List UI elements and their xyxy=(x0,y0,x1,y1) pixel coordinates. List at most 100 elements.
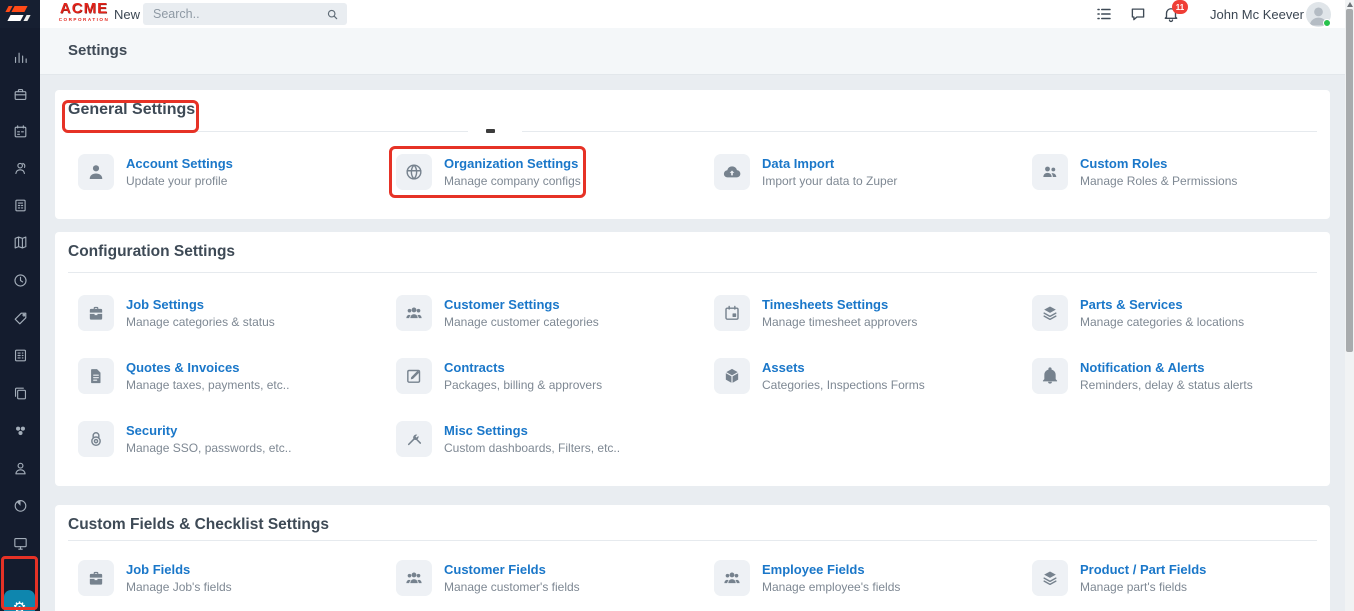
item-timesheets-settings[interactable]: Timesheets Settings Manage timesheet appr… xyxy=(714,295,1032,331)
cube-icon xyxy=(714,358,750,394)
search-icon[interactable] xyxy=(326,8,339,21)
customers-icon[interactable] xyxy=(11,159,29,177)
item-title: Employee Fields xyxy=(762,562,865,577)
brand-subtitle: CORPORATION xyxy=(58,17,110,22)
item-employee-fields[interactable]: Employee Fields Manage employee's fields xyxy=(714,560,1032,596)
scrollbar-track[interactable] xyxy=(1345,0,1354,611)
item-subtitle: Manage company configs xyxy=(444,174,581,188)
item-title: Data Import xyxy=(762,156,835,171)
briefcase-icon xyxy=(78,560,114,596)
edit-square-icon xyxy=(396,358,432,394)
item-subtitle: Update your profile xyxy=(126,174,228,188)
tools-icon xyxy=(396,421,432,457)
sidebar-nav: ⚙ xyxy=(0,28,40,611)
item-security[interactable]: Security Manage SSO, passwords, etc.. xyxy=(78,421,396,457)
organization-building-icon[interactable] xyxy=(11,196,29,214)
top-bar: ACME CORPORATION New 11 John Mc Keever xyxy=(0,0,1354,28)
scrollbar-thumb[interactable] xyxy=(1346,9,1353,352)
user-menu[interactable]: John Mc Keever xyxy=(1210,0,1318,28)
invoices-icon[interactable] xyxy=(11,346,29,364)
group-icon xyxy=(396,295,432,331)
item-subtitle: Manage Roles & Permissions xyxy=(1080,174,1238,188)
dispatch-calendar-icon[interactable] xyxy=(11,122,29,140)
item-data-import[interactable]: Data Import Import your data to Zuper xyxy=(714,154,1032,190)
new-label: New xyxy=(114,6,141,22)
item-customer-fields[interactable]: Customer Fields Manage customer's fields xyxy=(396,560,714,596)
item-account-settings[interactable]: Account Settings Update your profile xyxy=(78,154,396,190)
item-title: Job Settings xyxy=(126,297,205,312)
document-icon xyxy=(78,358,114,394)
item-title: Organization Settings xyxy=(444,156,579,171)
dashboard-icon[interactable] xyxy=(11,48,29,66)
configuration-settings-card: Configuration Settings Job Settings Manag… xyxy=(55,232,1330,486)
item-subtitle: Manage employee's fields xyxy=(762,580,901,594)
notification-count-badge: 11 xyxy=(1172,0,1188,14)
territories-map-icon[interactable] xyxy=(11,233,29,251)
item-organization-settings[interactable]: Organization Settings Manage company conf… xyxy=(396,154,714,190)
gear-icon: ⚙ xyxy=(12,598,27,611)
chat-icon[interactable] xyxy=(1129,5,1147,23)
calendar-icon xyxy=(714,295,750,331)
item-customer-settings[interactable]: Customer Settings Manage customer categor… xyxy=(396,295,714,331)
item-job-settings[interactable]: Job Settings Manage categories & status xyxy=(78,295,396,331)
sidebar-item-settings-active[interactable]: ⚙ xyxy=(4,590,35,611)
item-notification-alerts[interactable]: Notification & Alerts Reminders, delay & … xyxy=(1032,358,1350,394)
group-icon xyxy=(714,560,750,596)
item-job-fields[interactable]: Job Fields Manage Job's fields xyxy=(78,560,396,596)
page-title: Settings xyxy=(68,42,128,59)
layers-icon xyxy=(1032,560,1068,596)
online-status-dot xyxy=(1323,19,1331,27)
layers-icon xyxy=(1032,295,1068,331)
bell-icon xyxy=(1032,358,1068,394)
reports-pie-icon[interactable] xyxy=(11,496,29,514)
item-subtitle: Manage timesheet approvers xyxy=(762,315,918,329)
teams-user-icon[interactable] xyxy=(11,459,29,477)
item-subtitle: Manage categories & locations xyxy=(1080,315,1245,329)
item-misc-settings[interactable]: Misc Settings Custom dashboards, Filters,… xyxy=(396,421,714,457)
general-settings-card: General Settings Account Settings Update … xyxy=(55,90,1330,219)
item-parts-services[interactable]: Parts & Services Manage categories & loca… xyxy=(1032,295,1350,331)
item-subtitle: Manage customer's fields xyxy=(444,580,580,594)
jobs-briefcase-icon[interactable] xyxy=(11,85,29,103)
item-quotes-invoices[interactable]: Quotes & Invoices Manage taxes, payments,… xyxy=(78,358,396,394)
user-icon xyxy=(78,154,114,190)
cloud-upload-icon xyxy=(714,154,750,190)
item-contracts[interactable]: Contracts Packages, billing & approvers xyxy=(396,358,714,394)
item-subtitle: Manage SSO, passwords, etc.. xyxy=(126,441,292,455)
section-title: General Settings xyxy=(68,101,196,118)
page-header: Settings xyxy=(40,28,1354,75)
item-title: Notification & Alerts xyxy=(1080,360,1205,375)
item-subtitle: Categories, Inspections Forms xyxy=(762,378,925,392)
custom-fields-card: Custom Fields & Checklist Settings Job F… xyxy=(55,505,1330,611)
quotes-tag-icon[interactable] xyxy=(11,309,29,327)
item-title: Assets xyxy=(762,360,805,375)
section-title: Configuration Settings xyxy=(68,243,236,260)
kiosk-monitor-icon[interactable] xyxy=(11,534,29,552)
item-title: Security xyxy=(126,423,178,438)
item-title: Customer Fields xyxy=(444,562,546,577)
scrollbar-up-arrow[interactable] xyxy=(1347,2,1353,7)
search-input[interactable] xyxy=(143,7,326,21)
zuper-logo[interactable] xyxy=(0,0,40,28)
item-subtitle: Custom dashboards, Filters, etc.. xyxy=(444,441,621,455)
item-title: Custom Roles xyxy=(1080,156,1168,171)
list-view-icon[interactable] xyxy=(1095,5,1113,23)
item-subtitle: Packages, billing & approvers xyxy=(444,378,603,392)
divider xyxy=(68,272,1317,273)
briefcase-icon xyxy=(78,295,114,331)
globe-icon xyxy=(396,154,432,190)
divider-gap xyxy=(468,128,522,134)
timesheets-clock-icon[interactable] xyxy=(11,271,29,289)
item-assets[interactable]: Assets Categories, Inspections Forms xyxy=(714,358,1032,394)
item-subtitle: Manage taxes, payments, etc.. xyxy=(126,378,290,392)
item-product-part-fields[interactable]: Product / Part Fields Manage part's field… xyxy=(1032,560,1350,596)
documents-copy-icon[interactable] xyxy=(11,384,29,402)
item-title: Job Fields xyxy=(126,562,191,577)
parts-icon[interactable] xyxy=(11,421,29,439)
item-custom-roles[interactable]: Custom Roles Manage Roles & Permissions xyxy=(1032,154,1350,190)
divider xyxy=(68,131,1317,132)
user-name: John Mc Keever xyxy=(1210,6,1304,22)
mouse-cursor xyxy=(486,129,495,133)
acme-logo: ACME CORPORATION xyxy=(58,1,110,23)
lock-icon xyxy=(78,421,114,457)
